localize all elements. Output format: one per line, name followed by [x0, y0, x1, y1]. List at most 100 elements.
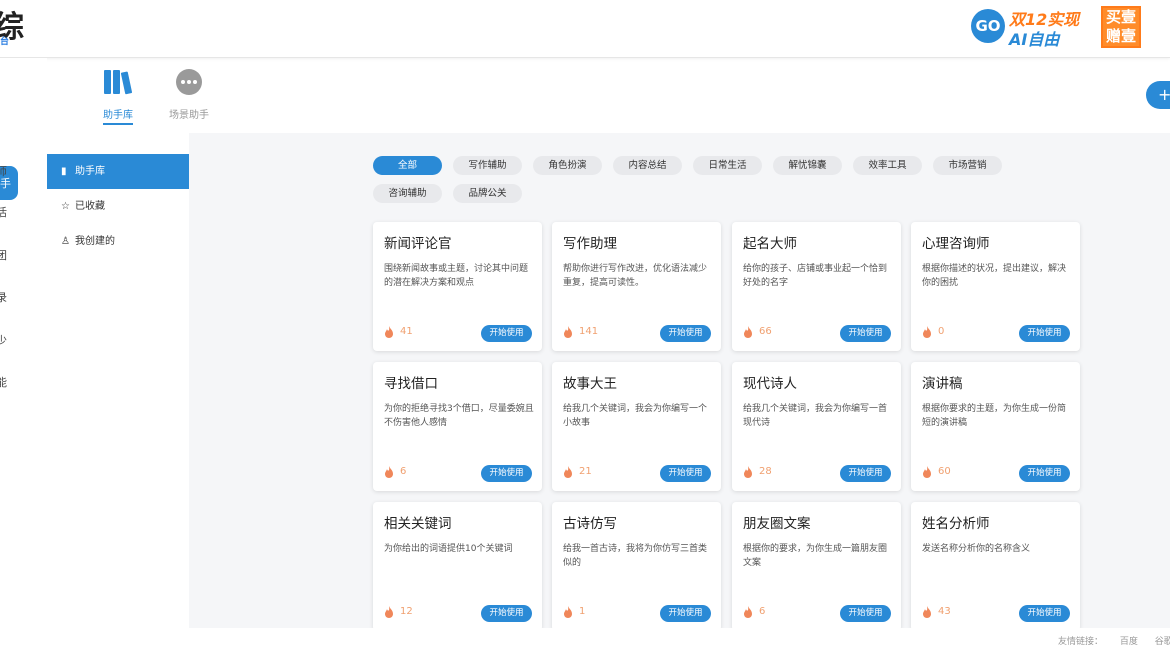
footer-label: 友情链接： — [1058, 637, 1104, 647]
promo-line-2: AI自由 — [1009, 30, 1060, 49]
fire-icon — [385, 466, 393, 478]
fire-icon — [744, 606, 752, 618]
assistant-card[interactable]: 起名大师 给你的孩子、店铺或事业起一个恰到好处的名字 66 开始使用 — [732, 222, 901, 351]
assistant-card[interactable]: 心理咨询师 根据你描述的状况，提出建议，解决你的困扰 0 开始使用 — [911, 222, 1080, 351]
usage-count: 21 — [579, 466, 592, 477]
side-nav: ▮ 助手库 ☆ 已收藏 ♙ 我创建的 — [47, 154, 189, 259]
chip-all[interactable]: 全部 — [373, 156, 442, 175]
fire-icon — [923, 466, 931, 478]
rail-item[interactable]: 录 — [0, 289, 7, 305]
rail-item[interactable]: 能 — [0, 374, 7, 390]
chip-category[interactable]: 效率工具 — [853, 156, 922, 175]
create-button[interactable]: + — [1146, 81, 1170, 109]
tab-assistant-library-label: 助手库 — [103, 106, 133, 125]
rail-item[interactable]: 活 — [0, 204, 7, 220]
card-description: 给我几个关键词，我会为你编写一个小故事 — [563, 404, 708, 428]
assistant-card[interactable]: 朋友圈文案 根据你的要求，为你生成一篇朋友圈文案 6 开始使用 — [732, 502, 901, 631]
fire-icon — [744, 466, 752, 478]
card-description: 发送名称分析你的名称含义 — [922, 544, 1031, 554]
chip-category[interactable]: 解忧锦囊 — [773, 156, 842, 175]
fire-icon — [385, 326, 393, 338]
card-description: 根据你描述的状况，提出建议，解决你的困扰 — [922, 264, 1067, 288]
usage-count: 60 — [938, 466, 951, 477]
usage-count: 6 — [759, 606, 766, 617]
chat-bubble-icon — [176, 69, 202, 95]
logo-sub: 台 — [0, 37, 10, 47]
start-use-button[interactable]: 开始使用 — [660, 465, 711, 482]
start-use-button[interactable]: 开始使用 — [481, 465, 532, 482]
tab-scene-assistant-label: 场景助手 — [169, 110, 209, 121]
side-item-favorites[interactable]: ☆ 已收藏 — [47, 189, 189, 224]
start-use-button[interactable]: 开始使用 — [481, 325, 532, 342]
chip-category[interactable]: 角色扮演 — [533, 156, 602, 175]
tab-assistant-library[interactable]: 助手库 — [88, 68, 148, 125]
fire-icon — [744, 326, 752, 338]
start-use-button[interactable]: 开始使用 — [840, 325, 891, 342]
start-use-button[interactable]: 开始使用 — [1019, 325, 1070, 342]
chip-category[interactable]: 内容总结 — [613, 156, 682, 175]
footer: 友情链接： 百度 谷歌 — [0, 628, 1170, 650]
card-title: 古诗仿写 — [563, 516, 617, 532]
chip-category[interactable]: 写作辅助 — [453, 156, 522, 175]
assistant-card[interactable]: 姓名分析师发送名称分析你的名称含义 43 开始使用 — [911, 502, 1080, 631]
assistant-card[interactable]: 新闻评论官 围绕新闻故事或主题，讨论其中问题的潜在解决方案和观点 41 开始使用 — [373, 222, 542, 351]
books-icon — [104, 70, 133, 95]
assistant-card[interactable]: 寻找借口为你的拒绝寻找3个借口，尽量委婉且不伤害他人感情 6 开始使用 — [373, 362, 542, 491]
card-title: 心理咨询师 — [922, 236, 990, 252]
card-description: 围绕新闻故事或主题，讨论其中问题的潜在解决方案和观点 — [384, 264, 529, 288]
side-item-created[interactable]: ♙ 我创建的 — [47, 224, 189, 259]
start-use-button[interactable]: 开始使用 — [660, 605, 711, 622]
usage-count: 6 — [400, 466, 407, 477]
rail-item[interactable]: 少 — [0, 332, 7, 348]
assistant-card[interactable]: 故事大王 给我几个关键词，我会为你编写一个小故事 21 开始使用 — [552, 362, 721, 491]
assistant-card[interactable]: 写作助理帮助你进行写作改进，优化语法减少重复，提高可读性。 141 开始使用 — [552, 222, 721, 351]
user-icon: ♙ — [61, 236, 70, 247]
footer-link[interactable]: 谷歌 — [1155, 637, 1170, 647]
fire-icon — [923, 326, 931, 338]
usage-count: 12 — [400, 606, 413, 617]
usage-count: 66 — [759, 326, 772, 337]
card-title: 起名大师 — [743, 236, 797, 252]
card-title: 写作助理 — [563, 236, 617, 252]
assistant-card[interactable]: 现代诗人 给我几个关键词，我会为你编写一首现代诗 28 开始使用 — [732, 362, 901, 491]
fire-icon — [564, 606, 572, 618]
assistant-card[interactable]: 相关关键词 为你给出的词语提供10个关键词 12 开始使用 — [373, 502, 542, 631]
footer-links: 友情链接： 百度 谷歌 — [1058, 634, 1170, 647]
start-use-button[interactable]: 开始使用 — [1019, 465, 1070, 482]
star-icon: ☆ — [61, 201, 70, 212]
chip-category[interactable]: 市场营销 — [933, 156, 1002, 175]
rail-item[interactable]: 团 — [0, 247, 7, 263]
start-use-button[interactable]: 开始使用 — [481, 605, 532, 622]
card-description: 给我几个关键词，我会为你编写一首现代诗 — [743, 404, 888, 428]
start-use-button[interactable]: 开始使用 — [660, 325, 711, 342]
card-description: 为你给出的词语提供10个关键词 — [384, 544, 513, 554]
chip-category[interactable]: 咨询辅助 — [373, 184, 442, 203]
footer-link[interactable]: 百度 — [1120, 637, 1138, 647]
usage-count: 141 — [579, 326, 599, 337]
chip-category[interactable]: 日常生活 — [693, 156, 762, 175]
card-title: 新闻评论官 — [384, 236, 452, 252]
card-description: 帮助你进行写作改进，优化语法减少重复，提高可读性。 — [563, 264, 708, 288]
fire-icon — [564, 466, 572, 478]
start-use-button[interactable]: 开始使用 — [1019, 605, 1070, 622]
card-title: 朋友圈文案 — [743, 516, 811, 532]
card-description: 给我一首古诗，我将为你仿写三首类似的 — [563, 544, 708, 568]
card-title: 寻找借口 — [384, 376, 438, 392]
fire-icon — [385, 606, 393, 618]
card-description: 为你的拒绝寻找3个借口，尽量委婉且不伤害他人感情 — [384, 404, 534, 428]
promo-banner[interactable]: GO 双12实现 AI自由 买壹赠壹 — [971, 6, 1143, 50]
usage-count: 43 — [938, 606, 951, 617]
start-use-button[interactable]: 开始使用 — [840, 605, 891, 622]
tab-scene-assistant[interactable]: 场景助手 — [159, 68, 219, 121]
start-use-button[interactable]: 开始使用 — [840, 465, 891, 482]
card-title: 姓名分析师 — [922, 516, 990, 532]
assistant-card[interactable]: 演讲稿 根据你要求的主题，为你生成一份简短的演讲稿 60 开始使用 — [911, 362, 1080, 491]
assistant-card[interactable]: 古诗仿写 给我一首古诗，我将为你仿写三首类似的 1 开始使用 — [552, 502, 721, 631]
chip-category[interactable]: 品牌公关 — [453, 184, 522, 203]
library-icon: ▮ — [61, 166, 67, 177]
side-item-library[interactable]: ▮ 助手库 — [47, 154, 189, 189]
rail-item[interactable]: 师 — [0, 163, 7, 179]
left-rail: 手 师 活 团 录 少 能 — [0, 58, 47, 628]
side-item-label: 我创建的 — [75, 236, 115, 247]
side-item-label: 已收藏 — [75, 201, 105, 212]
